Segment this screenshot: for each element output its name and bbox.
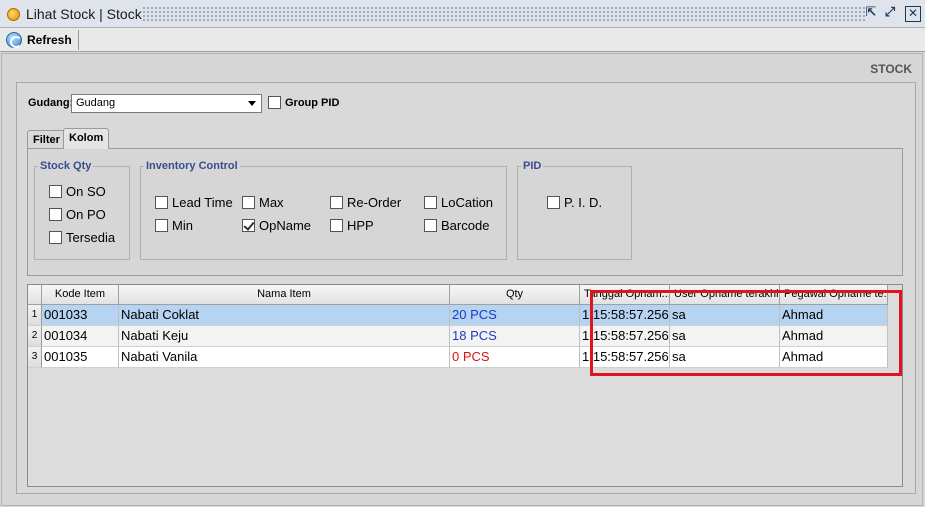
tersedia-option[interactable]: Tersedia: [49, 230, 115, 245]
refresh-icon: [6, 32, 22, 48]
opname-label: OpName: [259, 218, 312, 233]
cell-nama-item[interactable]: Nabati Keju: [119, 326, 450, 347]
row-number: 2: [28, 326, 42, 347]
re-order-option[interactable]: Re-Order: [330, 195, 401, 210]
toolbar: Refresh: [0, 28, 925, 52]
table-row[interactable]: 1 001033 Nabati Coklat 20 PCS 1 15:58:57…: [28, 305, 888, 326]
column-header-qty[interactable]: Qty: [450, 285, 580, 305]
pid-group: PID: [517, 160, 632, 260]
pid-label: P. I. D.: [564, 195, 603, 210]
opname-checkbox[interactable]: [242, 219, 255, 232]
on-so-option[interactable]: On SO: [49, 184, 106, 199]
on-so-label: On SO: [66, 184, 106, 199]
cell-user-opname[interactable]: sa: [670, 326, 780, 347]
hpp-label: HPP: [347, 218, 374, 233]
max-checkbox[interactable]: [242, 196, 255, 209]
refresh-button[interactable]: Refresh: [3, 30, 79, 50]
gudang-select[interactable]: Gudang: [71, 94, 262, 113]
inventory-control-group: Inventory Control: [140, 160, 507, 260]
on-po-checkbox[interactable]: [49, 208, 62, 221]
on-po-label: On PO: [66, 207, 106, 222]
group-pid-label: Group PID: [285, 96, 340, 109]
cell-nama-item[interactable]: Nabati Vanila: [119, 347, 450, 368]
table-row[interactable]: 2 001034 Nabati Keju 18 PCS 1 15:58:57.2…: [28, 326, 888, 347]
column-header-tanggal-opname[interactable]: Tanggal Opnam...: [580, 285, 670, 305]
max-label: Max: [259, 195, 284, 210]
tersedia-label: Tersedia: [66, 230, 116, 245]
main-content: STOCK Gudang: Gudang Group PID Filter Ko…: [1, 53, 923, 506]
cell-tanggal-opname[interactable]: 1 15:58:57.256: [580, 347, 670, 368]
cell-tanggal-opname[interactable]: 1 15:58:57.256: [580, 326, 670, 347]
pid-option[interactable]: P. I. D.: [547, 195, 602, 210]
row-number: 3: [28, 347, 42, 368]
on-po-option[interactable]: On PO: [49, 207, 106, 222]
window-title: Lihat Stock | Stock: [26, 6, 142, 22]
group-pid-box[interactable]: [268, 96, 281, 109]
cell-tanggal-opname[interactable]: 1 15:58:57.256: [580, 305, 670, 326]
tab-filter[interactable]: Filter: [27, 130, 66, 149]
on-so-checkbox[interactable]: [49, 185, 62, 198]
barcode-label: Barcode: [441, 218, 490, 233]
lead-time-label: Lead Time: [172, 195, 233, 210]
cell-user-opname[interactable]: sa: [670, 347, 780, 368]
header-corner: [28, 285, 42, 305]
gudang-label: Gudang:: [28, 97, 74, 109]
inventory-control-legend: Inventory Control: [146, 160, 238, 172]
window-titlebar: Lihat Stock | Stock ⇱ ⤢ ✕: [0, 0, 925, 28]
kolom-tabpanel: Stock Qty On SO On PO Tersedia Inventory…: [27, 148, 903, 276]
row-number: 1: [28, 305, 42, 326]
min-label: Min: [172, 218, 193, 233]
barcode-checkbox[interactable]: [424, 219, 437, 232]
pid-checkbox[interactable]: [547, 196, 560, 209]
titlebar-pattern: [142, 6, 865, 22]
cell-kode-item[interactable]: 001035: [42, 347, 119, 368]
stock-qty-legend: Stock Qty: [40, 160, 92, 172]
min-option[interactable]: Min: [155, 218, 193, 233]
cell-qty[interactable]: 18 PCS: [450, 326, 580, 347]
restore-icon[interactable]: ⇱: [863, 6, 879, 22]
max-option[interactable]: Max: [242, 195, 284, 210]
hpp-checkbox[interactable]: [330, 219, 343, 232]
gudang-select-value: Gudang: [76, 97, 116, 109]
maximize-icon[interactable]: ⤢: [882, 6, 898, 22]
column-header-kode-item[interactable]: Kode Item: [42, 285, 119, 305]
cell-pegawai-opname[interactable]: Ahmad: [780, 305, 888, 326]
grid-header: Kode Item Nama Item Qty Tanggal Opnam...…: [28, 285, 888, 306]
refresh-label: Refresh: [27, 33, 72, 47]
group-pid-checkbox[interactable]: Group PID: [268, 96, 339, 109]
chevron-down-icon: [248, 101, 256, 106]
pid-legend: PID: [523, 160, 542, 172]
location-checkbox[interactable]: [424, 196, 437, 209]
close-icon[interactable]: ✕: [905, 6, 921, 22]
re-order-label: Re-Order: [347, 195, 402, 210]
location-label: LoCation: [441, 195, 494, 210]
tab-kolom[interactable]: Kolom: [63, 128, 110, 149]
lead-time-checkbox[interactable]: [155, 196, 168, 209]
hpp-option[interactable]: HPP: [330, 218, 374, 233]
cell-pegawai-opname[interactable]: Ahmad: [780, 347, 888, 368]
stock-panel: Gudang: Gudang Group PID Filter Kolom St…: [16, 82, 916, 494]
lead-time-option[interactable]: Lead Time: [155, 195, 233, 210]
cell-qty[interactable]: 0 PCS: [450, 347, 580, 368]
cell-nama-item[interactable]: Nabati Coklat: [119, 305, 450, 326]
table-row[interactable]: 3 001035 Nabati Vanila 0 PCS 1 15:58:57.…: [28, 347, 888, 368]
cell-qty[interactable]: 20 PCS: [450, 305, 580, 326]
opname-option[interactable]: OpName: [242, 218, 311, 233]
app-icon: [7, 8, 20, 21]
cell-user-opname[interactable]: sa: [670, 305, 780, 326]
barcode-option[interactable]: Barcode: [424, 218, 489, 233]
re-order-checkbox[interactable]: [330, 196, 343, 209]
cell-pegawai-opname[interactable]: Ahmad: [780, 326, 888, 347]
column-header-user-opname[interactable]: User Opname terakhir: [670, 285, 780, 305]
min-checkbox[interactable]: [155, 219, 168, 232]
stock-grid[interactable]: Kode Item Nama Item Qty Tanggal Opnam...…: [27, 284, 903, 487]
cell-kode-item[interactable]: 001033: [42, 305, 119, 326]
cell-kode-item[interactable]: 001034: [42, 326, 119, 347]
column-header-nama-item[interactable]: Nama Item: [119, 285, 450, 305]
section-label: STOCK: [870, 62, 912, 76]
location-option[interactable]: LoCation: [424, 195, 493, 210]
column-header-pegawai-opname[interactable]: Pegawai Opname te...: [780, 285, 888, 305]
tersedia-checkbox[interactable]: [49, 231, 62, 244]
